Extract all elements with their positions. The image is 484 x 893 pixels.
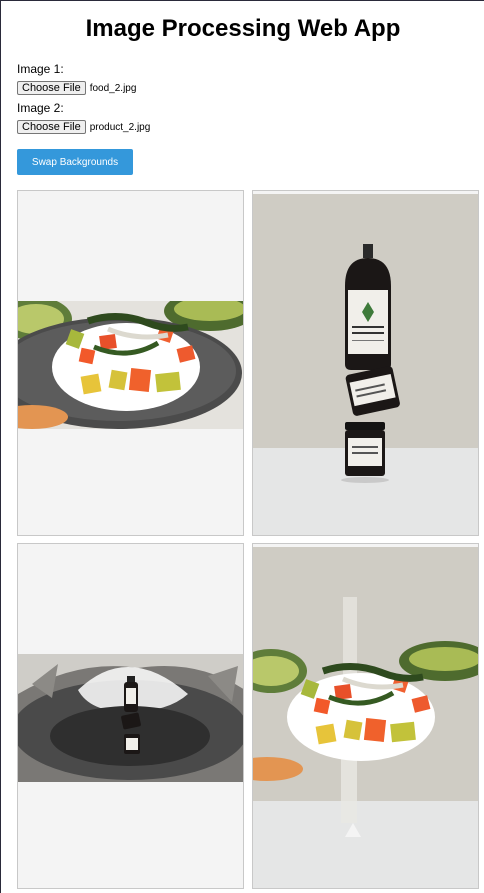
image2-label: Image 2: [17, 101, 64, 115]
food-photo [18, 301, 243, 429]
image1-choose-file-button[interactable]: Choose File [17, 81, 86, 95]
image-panel-product-swapped [252, 543, 479, 889]
food-swapped-photo [18, 654, 243, 782]
product-photo [253, 194, 478, 535]
image2-file-input[interactable]: Choose File product_2.jpg [17, 120, 150, 134]
image1-label: Image 1: [17, 62, 64, 76]
product-swapped-photo [253, 547, 478, 888]
image2-choose-file-button[interactable]: Choose File [17, 120, 86, 134]
image-panel-product [252, 190, 479, 536]
image2-filename: product_2.jpg [89, 121, 151, 133]
image-panel-food-swapped [17, 543, 244, 889]
image1-file-input[interactable]: Choose File food_2.jpg [17, 81, 136, 95]
image1-filename: food_2.jpg [89, 82, 137, 94]
swap-backgrounds-button[interactable]: Swap Backgrounds [17, 149, 133, 175]
page-title: Image Processing Web App [85, 15, 401, 42]
image-panel-food [17, 190, 244, 536]
